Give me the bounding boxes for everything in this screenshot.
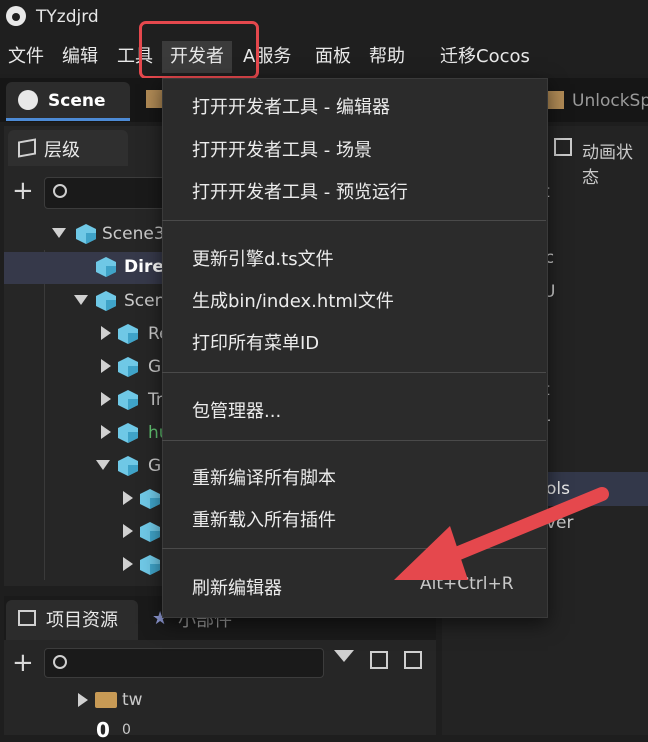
asset-item[interactable]: 0: [122, 722, 131, 738]
collapse-icon[interactable]: [123, 524, 133, 538]
annotation-arrow-icon: [394, 487, 609, 580]
split-view-icon[interactable]: [370, 651, 388, 669]
assets-title: 项目资源: [46, 610, 118, 631]
menu-migrate-cocos[interactable]: 迁移Cocos: [440, 44, 530, 70]
asset-item-icon: 0: [96, 718, 110, 742]
menu-panel[interactable]: 面板: [315, 44, 351, 70]
app-logo-icon: [6, 6, 26, 26]
tab-scene-label: Scene: [48, 91, 106, 111]
menu-help[interactable]: 帮助: [369, 44, 405, 70]
tree-node[interactable]: Scen: [124, 285, 165, 318]
expand-icon[interactable]: [96, 460, 110, 470]
collapse-icon[interactable]: [101, 392, 111, 406]
layers-icon: [18, 138, 36, 158]
menu-refresh-editor[interactable]: 刷新编辑器: [192, 574, 282, 600]
menu-print-menu-ids[interactable]: 打印所有菜单ID: [192, 329, 319, 355]
tab-scene[interactable]: Scene: [6, 82, 130, 120]
filter-icon[interactable]: [334, 650, 354, 662]
expand-icon[interactable]: [52, 228, 66, 238]
menu-file[interactable]: 文件: [8, 44, 44, 70]
search-icon: [53, 655, 67, 669]
menu-edit[interactable]: 编辑: [62, 44, 98, 70]
collapse-icon[interactable]: [78, 693, 88, 707]
window-title: TYzdjrd: [36, 7, 99, 27]
menu-separator: [162, 440, 546, 441]
search-icon: [53, 184, 67, 198]
collapse-icon[interactable]: [101, 359, 111, 373]
tree-node[interactable]: Tr: [148, 384, 163, 417]
menu-open-devtools-editor[interactable]: 打开开发者工具 - 编辑器: [192, 93, 390, 119]
menu-recompile-scripts[interactable]: 重新编译所有脚本: [192, 464, 336, 490]
collapse-icon[interactable]: [101, 425, 111, 439]
collapse-all-icon[interactable]: [404, 651, 422, 669]
home-icon: [18, 610, 36, 626]
collapse-icon[interactable]: [101, 326, 111, 340]
menu-separator: [162, 220, 546, 221]
tab-unlock-label: UnlockSp: [572, 91, 648, 111]
tree-node[interactable]: Scene3: [102, 218, 165, 251]
scene-icon: [18, 90, 38, 110]
tab-unlock[interactable]: UnlockSp: [540, 82, 648, 120]
add-node-button[interactable]: +: [12, 176, 34, 206]
assets-search-input[interactable]: [44, 648, 324, 678]
add-asset-button[interactable]: +: [12, 648, 34, 678]
annotation-highlight-box: [139, 21, 259, 79]
package-icon: [546, 91, 564, 109]
menu-reload-plugins[interactable]: 重新载入所有插件: [192, 506, 336, 532]
menu-open-devtools-preview[interactable]: 打开开发者工具 - 预览运行: [192, 178, 408, 204]
hierarchy-title: 层级: [44, 140, 80, 161]
menu-update-engine-dts[interactable]: 更新引擎d.ts文件: [192, 245, 334, 271]
menu-package-manager[interactable]: 包管理器...: [192, 397, 281, 423]
collapse-icon[interactable]: [123, 491, 133, 505]
collapse-icon[interactable]: [123, 557, 133, 571]
animation-icon: [554, 138, 572, 156]
folder-icon: [95, 692, 117, 708]
hierarchy-search-input[interactable]: [44, 177, 176, 209]
tree-node[interactable]: G: [148, 450, 161, 483]
asset-folder[interactable]: tw: [122, 690, 143, 710]
tab-animation-state[interactable]: 动画状态: [582, 138, 648, 188]
active-tab-indicator: [6, 118, 130, 121]
menu-separator: [162, 372, 546, 373]
tree-guide-line: [44, 250, 45, 580]
tree-node[interactable]: G: [148, 351, 161, 384]
expand-icon[interactable]: [74, 295, 88, 305]
menu-open-devtools-scene[interactable]: 打开开发者工具 - 场景: [192, 136, 372, 162]
menu-generate-bin-index[interactable]: 生成bin/index.html文件: [192, 287, 394, 313]
